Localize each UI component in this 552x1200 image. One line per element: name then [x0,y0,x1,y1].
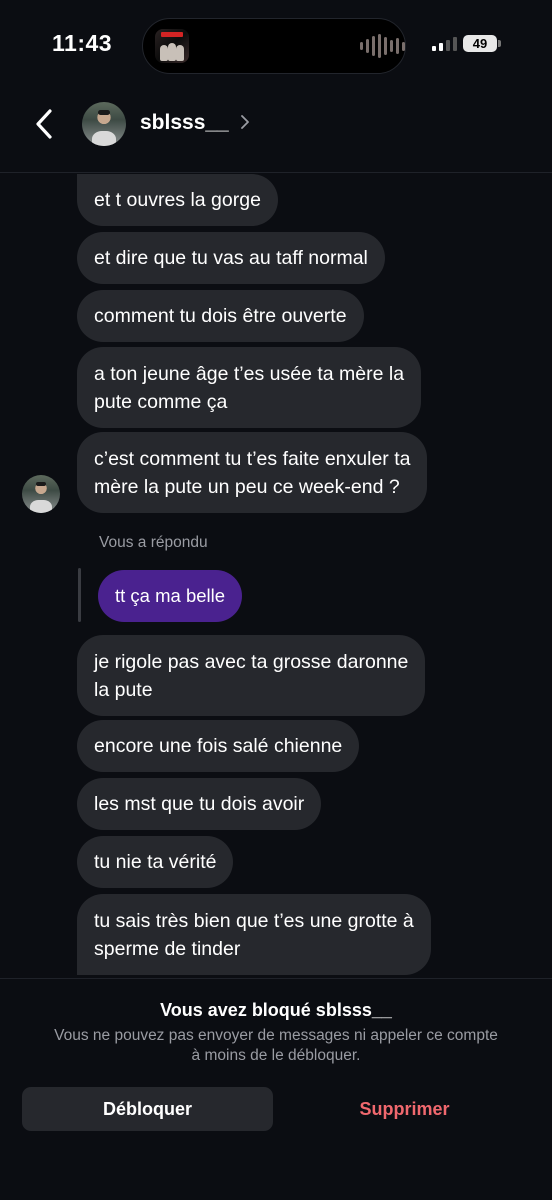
battery-tip [498,40,501,47]
message-bubble[interactable]: les mst que tu dois avoir [77,778,322,830]
blocked-title: Vous avez bloqué sblsss__ [160,1000,392,1020]
blocked-description: Vous ne pouvez pas envoyer de messages n… [54,1027,498,1064]
chevron-right-icon[interactable] [240,114,250,130]
footer-divider [0,978,552,979]
status-bar: 11:43 49 [0,0,552,90]
message-bubble[interactable]: et dire que tu vas au taff normal [77,232,385,284]
back-icon[interactable] [30,106,60,142]
reply-label: Vous a répondu [99,534,208,551]
sender-avatar[interactable] [22,475,60,513]
message-bubble[interactable]: encore une fois salé chienne [77,720,360,772]
reply-quote-bar [78,568,81,622]
status-time: 11:43 [52,30,113,56]
audio-waveform-icon [360,33,405,59]
message-bubble[interactable]: je rigole pas avec ta grosse daronne la … [77,635,426,716]
message-bubble[interactable]: comment tu dois être ouverte [77,290,364,342]
header-avatar[interactable] [82,102,126,146]
message-bubble[interactable]: tu sais très bien que t’es une grotte à … [77,894,431,975]
message-bubble[interactable]: tu nie ta vérité [77,836,234,888]
dynamic-island[interactable] [142,18,406,74]
reply-bubble[interactable]: tt ça ma belle [98,570,243,622]
unblock-button[interactable]: Débloquer [22,1087,273,1131]
chat-header: sblsss__ [0,90,552,172]
header-divider [0,172,552,173]
message-bubble[interactable]: et t ouvres la gorge [77,174,278,226]
battery-icon: 49 [463,35,497,52]
message-bubble[interactable]: c’est comment tu t’es faite enxuler ta m… [77,432,428,513]
cellular-signal-icon [432,37,457,51]
now-playing-artwork [155,29,189,63]
delete-button[interactable]: Supprimer [279,1087,530,1131]
message-bubble[interactable]: a ton jeune âge t’es usée ta mère la put… [77,347,422,428]
header-username[interactable]: sblsss__ [140,111,229,135]
